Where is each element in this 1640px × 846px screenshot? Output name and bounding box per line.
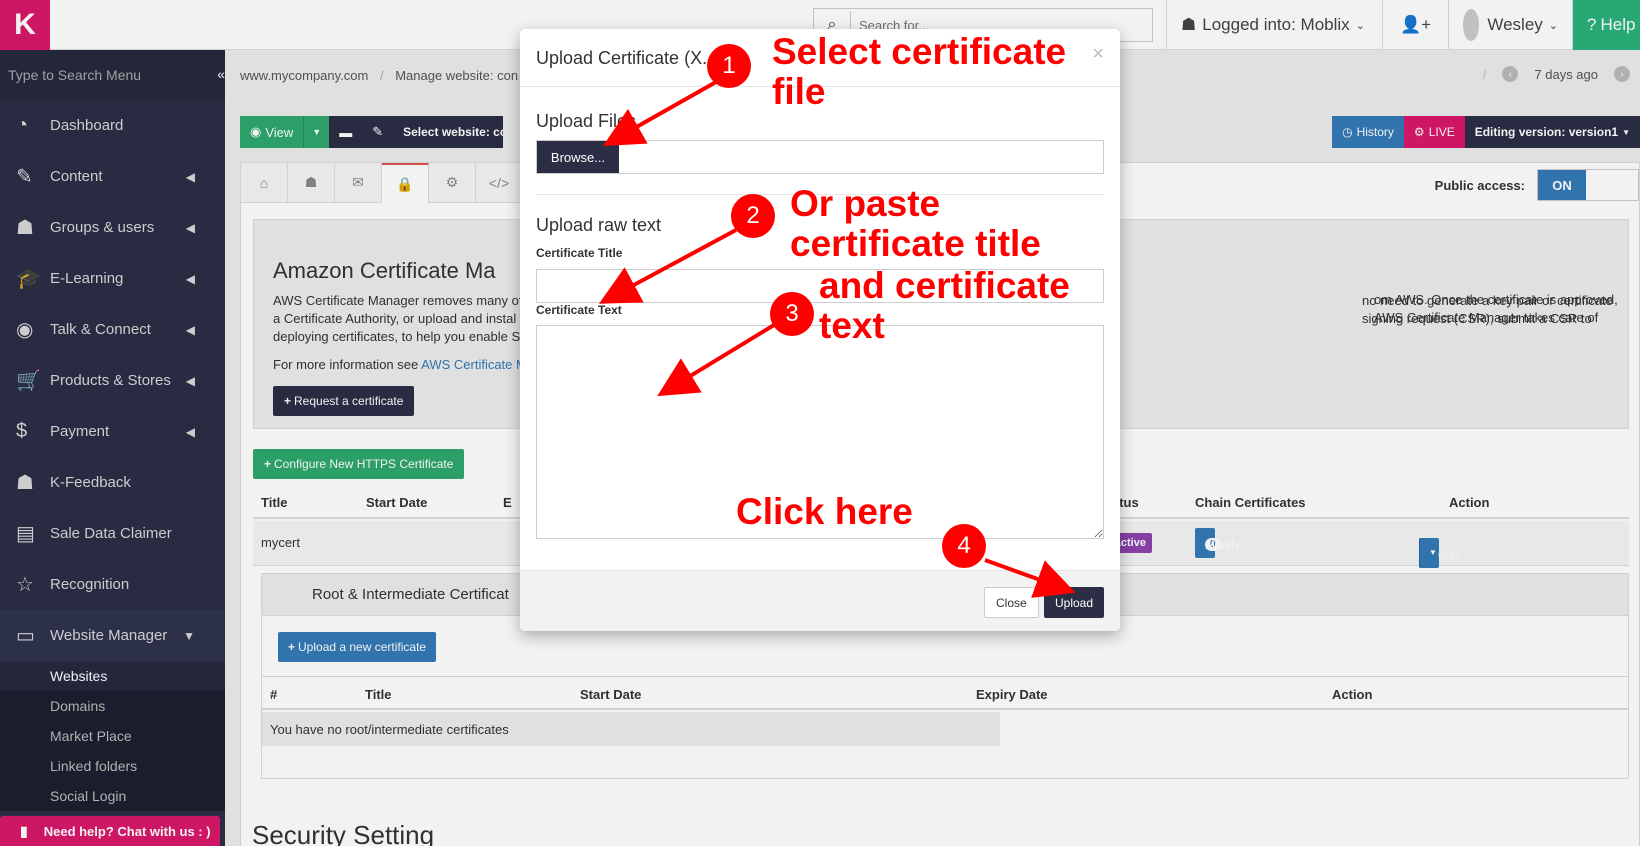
arrow-1 — [603, 80, 717, 146]
arrow-3 — [657, 323, 776, 397]
annotation-text-3b: text — [819, 305, 885, 346]
annotation-step-2: 2 — [731, 194, 775, 238]
annotation-step-4: 4 — [942, 524, 986, 568]
arrow-4 — [984, 558, 1076, 598]
arrow-2 — [598, 228, 737, 304]
annotation-text-1a: Select certificate — [772, 31, 1067, 72]
annotation-text-3a: and certificate — [819, 265, 1070, 306]
annotation-step-1: 1 — [707, 44, 751, 88]
annotation-text-4: Click here — [736, 491, 913, 532]
annotation-text-2b: certificate title — [790, 223, 1041, 264]
annotation-arrows — [598, 80, 1076, 598]
annotation-text-2a: Or paste — [790, 183, 941, 224]
annotation-text-1b: file — [772, 71, 826, 112]
annotation-step-3: 3 — [770, 292, 814, 336]
